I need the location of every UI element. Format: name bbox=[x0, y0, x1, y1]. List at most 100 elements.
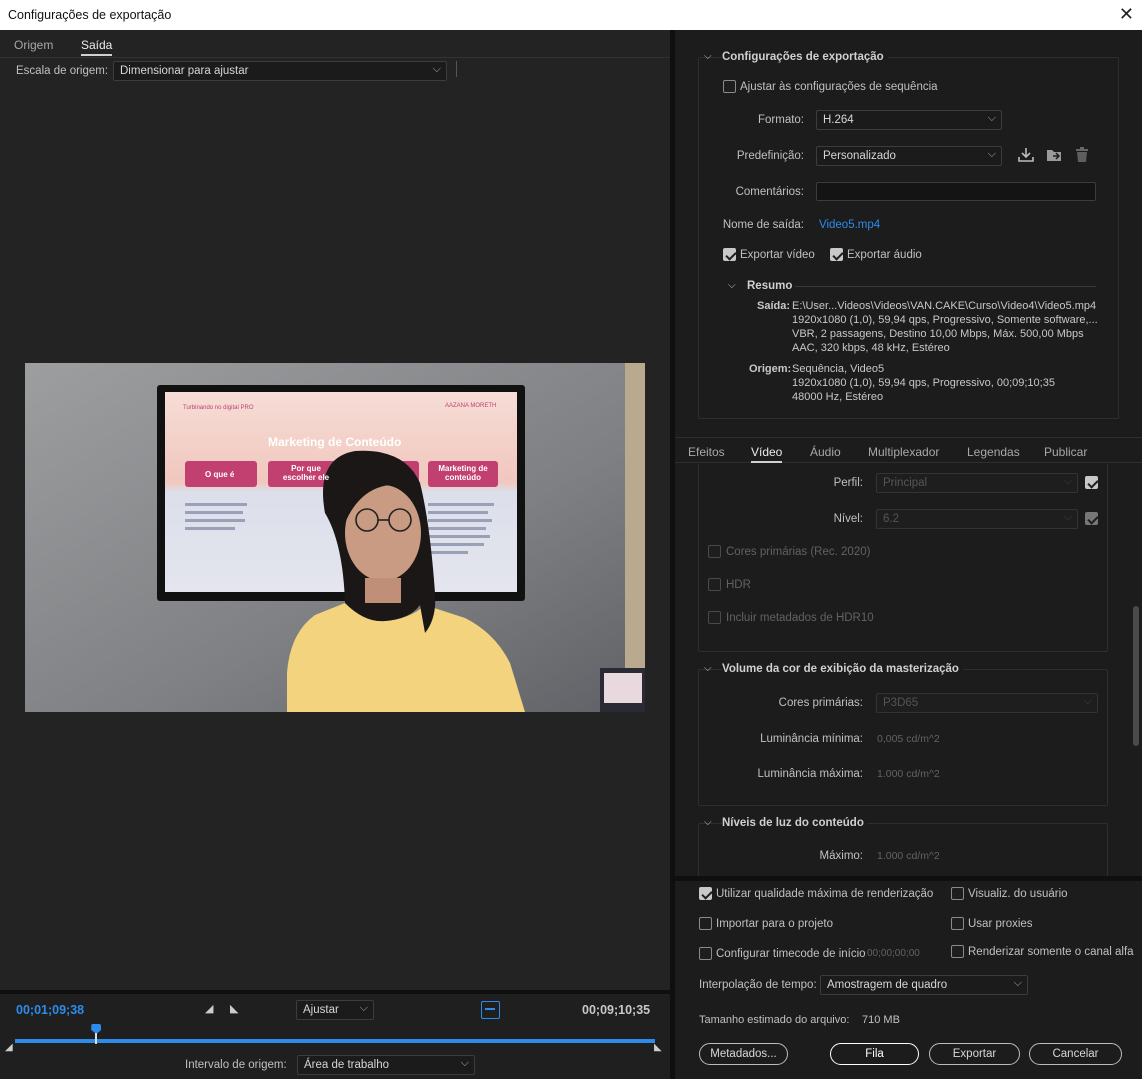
user-preview-checkbox[interactable] bbox=[951, 887, 964, 900]
tab-saida[interactable]: Saída bbox=[81, 38, 113, 56]
cancel-button[interactable]: Cancelar bbox=[1029, 1043, 1122, 1065]
tab-publicar[interactable]: Publicar bbox=[1044, 445, 1087, 459]
divider bbox=[456, 61, 457, 77]
delete-preset-icon[interactable] bbox=[1073, 146, 1091, 167]
alpha-only-label: Renderizar somente o canal alfa bbox=[968, 946, 1134, 958]
source-scale-label: Escala de origem: bbox=[16, 65, 109, 77]
maximum-value[interactable]: 1.000 cd/m^2 bbox=[877, 850, 940, 862]
match-sequence-checkbox[interactable] bbox=[723, 80, 736, 93]
tab-video[interactable]: Vídeo bbox=[751, 445, 783, 463]
time-interpolation-select[interactable]: Amostragem de quadro ⌵ bbox=[820, 975, 1028, 995]
source-range-label: Intervalo de origem: bbox=[185, 1059, 287, 1071]
out-point-handle-icon[interactable]: ◣ bbox=[654, 1042, 662, 1053]
min-luminance-value[interactable]: 0,005 cd/m^2 bbox=[877, 733, 940, 745]
hdr-label: HDR bbox=[726, 579, 751, 591]
format-value: H.264 bbox=[823, 114, 854, 126]
video-frame-image bbox=[25, 363, 645, 712]
import-preset-icon[interactable] bbox=[1045, 146, 1063, 167]
playhead[interactable] bbox=[91, 1024, 102, 1044]
timeline-track[interactable] bbox=[15, 1039, 655, 1043]
comments-input[interactable] bbox=[816, 182, 1096, 201]
time-interpolation-value: Amostragem de quadro bbox=[827, 979, 948, 991]
export-settings-title: Configurações de exportação bbox=[722, 51, 888, 63]
export-button[interactable]: Exportar bbox=[929, 1043, 1020, 1065]
preset-value: Personalizado bbox=[823, 150, 896, 162]
summary-output-line: E:\User...Videos\Videos\VAN.CAKE\Curso\V… bbox=[792, 300, 1097, 312]
tv-title: Marketing de Conteúdo bbox=[268, 435, 402, 449]
primaries-value: P3D65 bbox=[883, 697, 919, 709]
tv-header-right: AAZANA MORETH bbox=[445, 403, 497, 409]
fit-select[interactable]: Ajustar ⌵ bbox=[296, 1000, 374, 1020]
level-value: 6.2 bbox=[883, 513, 899, 525]
mark-out-icon[interactable]: ◣ bbox=[230, 1002, 238, 1015]
profile-select[interactable]: Principal ⌵ bbox=[876, 473, 1078, 493]
window-title: Configurações de exportação bbox=[8, 8, 172, 22]
save-preset-icon[interactable] bbox=[1017, 146, 1035, 167]
chevron-down-icon[interactable]: ⌵ bbox=[728, 280, 736, 291]
mark-in-icon[interactable]: ◢ bbox=[205, 1002, 213, 1015]
source-scale-select[interactable]: Dimensionar para ajustar ⌵ bbox=[113, 61, 447, 81]
chevron-down-icon: ⌵ bbox=[1013, 977, 1022, 989]
export-audio-checkbox[interactable] bbox=[830, 248, 843, 261]
level-select[interactable]: 6.2 ⌵ bbox=[876, 509, 1078, 529]
summary-source-line: 48000 Hz, Estéreo bbox=[792, 391, 884, 403]
summary-source-line: 1920x1080 (1,0), 59,94 qps, Progressivo,… bbox=[792, 377, 1055, 389]
aspect-ratio-icon[interactable] bbox=[481, 1001, 500, 1019]
current-timecode[interactable]: 00;01;09;38 bbox=[16, 1003, 84, 1017]
preset-select[interactable]: Personalizado ⌵ bbox=[816, 146, 1002, 166]
preset-label: Predefinição: bbox=[736, 150, 804, 162]
format-select[interactable]: H.264 ⌵ bbox=[816, 110, 1002, 130]
level-checkbox[interactable] bbox=[1085, 512, 1098, 525]
start-timecode-checkbox[interactable] bbox=[699, 947, 712, 960]
import-project-checkbox[interactable] bbox=[699, 917, 712, 930]
max-luminance-value[interactable]: 1.000 cd/m^2 bbox=[877, 768, 940, 780]
profile-checkbox[interactable] bbox=[1085, 476, 1098, 489]
hdr10-label: Incluir metadados de HDR10 bbox=[726, 612, 874, 624]
tv-header-left: Turbinando no digital PRO bbox=[183, 405, 254, 411]
queue-button[interactable]: Fila bbox=[830, 1043, 919, 1065]
tab-origem[interactable]: Origem bbox=[14, 38, 53, 52]
summary-source-line: Sequência, Video5 bbox=[792, 363, 885, 375]
fit-value: Ajustar bbox=[303, 1004, 339, 1016]
chevron-down-icon: ⌵ bbox=[1063, 511, 1072, 523]
tab-audio[interactable]: Áudio bbox=[810, 445, 841, 459]
close-icon[interactable]: ✕ bbox=[1119, 4, 1134, 25]
use-proxies-checkbox[interactable] bbox=[951, 917, 964, 930]
chevron-down-icon[interactable]: ⌵ bbox=[704, 817, 712, 828]
output-name-link[interactable]: Video5.mp4 bbox=[819, 219, 880, 231]
source-range-select[interactable]: Área de trabalho ⌵ bbox=[297, 1055, 475, 1075]
primaries-select[interactable]: P3D65 ⌵ bbox=[876, 693, 1098, 713]
tv-pill-2: Por que escolher ele bbox=[282, 464, 330, 482]
tab-multiplexador[interactable]: Multiplexador bbox=[868, 445, 939, 459]
profile-value: Principal bbox=[883, 477, 928, 489]
in-point-handle-icon[interactable]: ◢ bbox=[5, 1042, 13, 1053]
chevron-down-icon[interactable]: ⌵ bbox=[704, 663, 712, 674]
hdr10-checkbox[interactable] bbox=[708, 611, 721, 624]
format-label: Formato: bbox=[757, 114, 804, 126]
max-quality-checkbox[interactable] bbox=[699, 887, 712, 900]
profile-label: Perfil: bbox=[833, 477, 863, 489]
start-timecode-value[interactable]: 00;00;00;00 bbox=[867, 948, 920, 959]
source-scale-value: Dimensionar para ajustar bbox=[120, 65, 249, 77]
video-preview: Turbinando no digital PRO AAZANA MORETH … bbox=[25, 363, 645, 712]
summary-output-label: Saída: bbox=[757, 300, 791, 312]
scrollbar-thumb[interactable] bbox=[1133, 606, 1139, 746]
alpha-only-checkbox[interactable] bbox=[951, 945, 964, 958]
tv-pill-3: Marketing de conteúdo bbox=[438, 464, 488, 482]
title-bar: Configurações de exportação ✕ bbox=[0, 0, 1142, 30]
export-video-checkbox[interactable] bbox=[723, 248, 736, 261]
rec2020-checkbox[interactable] bbox=[708, 545, 721, 558]
divider bbox=[675, 876, 1142, 881]
divider bbox=[0, 57, 670, 58]
metadata-button[interactable]: Metadados... bbox=[699, 1043, 788, 1065]
chevron-down-icon: ⌵ bbox=[1063, 475, 1072, 487]
tv-pill-1: O que é bbox=[205, 470, 235, 479]
hdr-checkbox[interactable] bbox=[708, 578, 721, 591]
level-label: Nível: bbox=[833, 513, 863, 525]
chevron-down-icon[interactable]: ⌵ bbox=[704, 51, 712, 62]
output-name-label: Nome de saída: bbox=[722, 219, 804, 231]
tab-efeitos[interactable]: Efeitos bbox=[688, 445, 725, 459]
tab-legendas[interactable]: Legendas bbox=[967, 445, 1020, 459]
video-settings-scroll[interactable]: Perfil: Principal ⌵ Nível: 6.2 ⌵ Cores p… bbox=[675, 464, 1142, 876]
start-timecode-label: Configurar timecode de início bbox=[716, 948, 866, 960]
